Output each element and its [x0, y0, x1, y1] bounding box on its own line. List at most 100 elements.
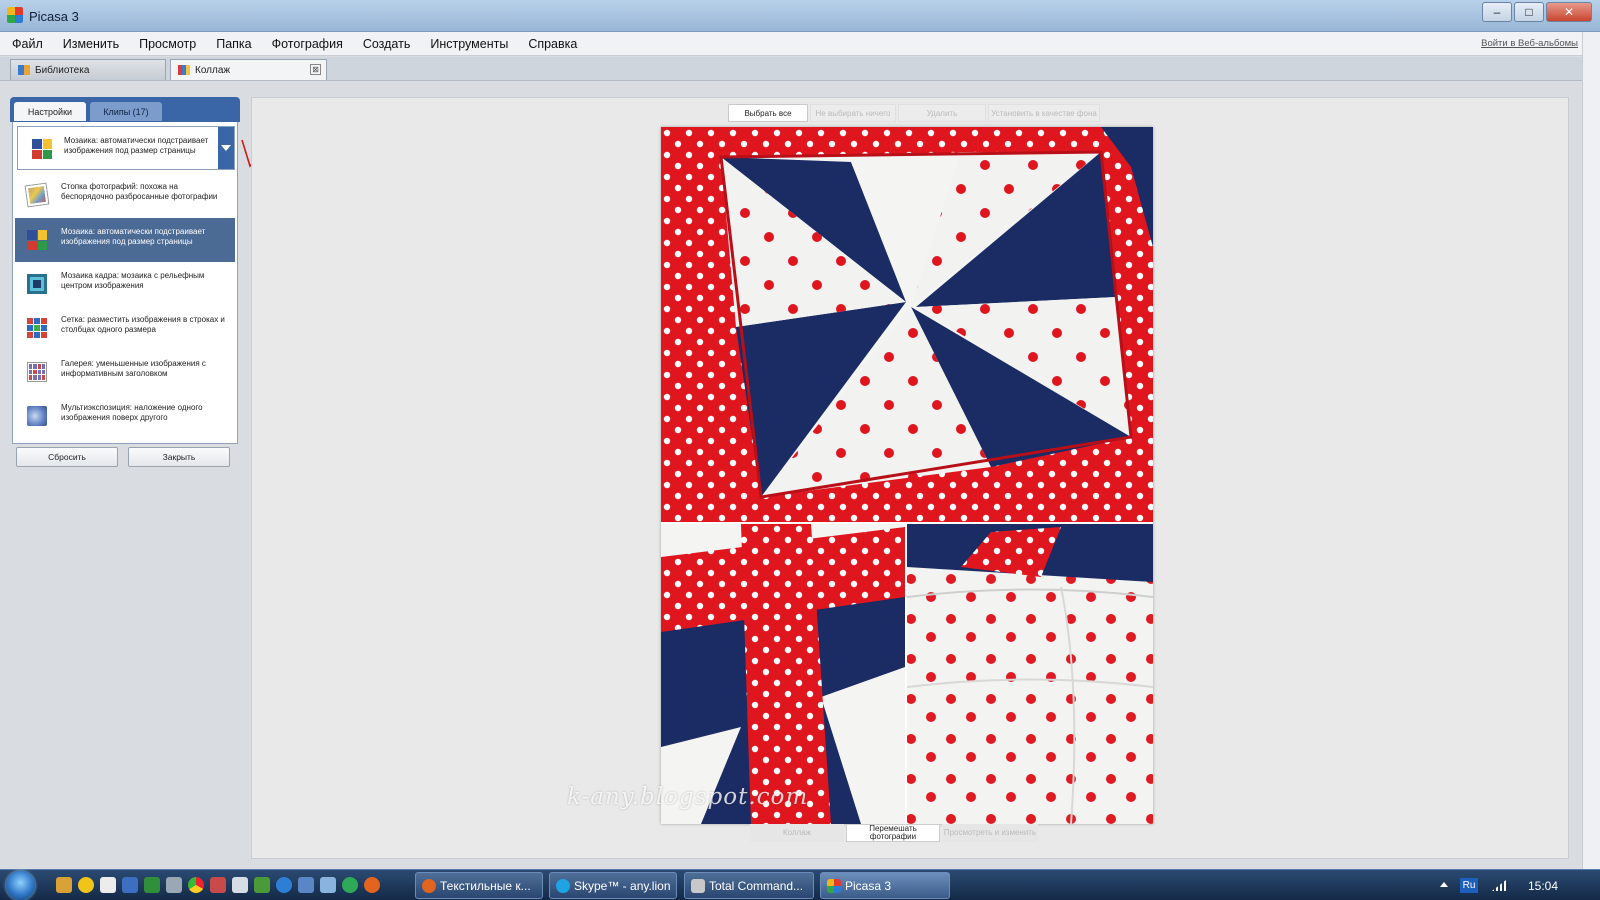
menu-edit[interactable]: Изменить: [59, 35, 123, 53]
task-label: Текстильные к...: [440, 878, 531, 893]
view-tab-bar: Библиотека Коллаж ⊠: [0, 57, 1600, 81]
tab-library-label: Библиотека: [35, 64, 90, 76]
menu-bar: Файл Изменить Просмотр Папка Фотография …: [0, 32, 1600, 56]
quick-launch-icon[interactable]: [254, 877, 270, 893]
mosaic-icon: [27, 230, 47, 250]
menu-file[interactable]: Файл: [8, 35, 47, 53]
tab-collage[interactable]: Коллаж ⊠: [170, 59, 327, 80]
delete-button[interactable]: Удалить: [898, 104, 986, 122]
close-tab-icon[interactable]: ⊠: [310, 64, 321, 75]
window-title: Picasa 3: [29, 9, 79, 24]
option-frame-mosaic[interactable]: Мозаика кадра: мозаика с рельефным центр…: [15, 262, 235, 306]
menu-picture[interactable]: Фотография: [268, 35, 347, 53]
collage-preview[interactable]: [661, 127, 1153, 824]
quick-launch-icon[interactable]: [144, 877, 160, 893]
language-indicator[interactable]: Ru: [1460, 878, 1478, 893]
chevron-down-icon[interactable]: [218, 127, 234, 169]
watermark-text: k-any.blogspot.com: [567, 784, 809, 810]
picasa-icon: [827, 879, 841, 893]
ie-icon[interactable]: [276, 877, 292, 893]
option-label: Мозаика: автоматически подстраивает изоб…: [61, 227, 206, 246]
quick-launch-icon[interactable]: [232, 877, 248, 893]
collage-button[interactable]: Коллаж: [750, 824, 844, 842]
option-gallery[interactable]: Галерея: уменьшенные изображения с инфор…: [15, 350, 235, 394]
grid-icon: [27, 318, 47, 338]
collage-image: [661, 127, 1153, 824]
photo-stack-icon: [25, 183, 49, 207]
preview-edit-button[interactable]: Просмотреть и изменить: [942, 824, 1038, 842]
option-mosaic[interactable]: Мозаика: автоматически подстраивает изоб…: [15, 218, 235, 262]
reset-button[interactable]: Сбросить: [16, 447, 118, 467]
option-label: Мультиэкспозиция: наложение одного изобр…: [61, 403, 203, 422]
quick-launch-icon[interactable]: [100, 877, 116, 893]
quick-launch-icon[interactable]: [166, 877, 182, 893]
menu-view[interactable]: Просмотр: [135, 35, 200, 53]
firefox-icon[interactable]: [364, 877, 380, 893]
collage-icon: [178, 65, 190, 75]
web-albums-link[interactable]: Войти в Веб-альбомы: [1481, 38, 1578, 49]
tab-collage-label: Коллаж: [195, 64, 231, 76]
collage-type-list: Мозаика: автоматически подстраивает изоб…: [12, 122, 238, 444]
multi-exposure-icon: [27, 406, 47, 426]
close-panel-button[interactable]: Закрыть: [128, 447, 230, 467]
mosaic-icon: [32, 139, 52, 159]
skype-icon: [556, 879, 570, 893]
select-none-button[interactable]: Не выбирать ничего: [810, 104, 896, 122]
tab-settings[interactable]: Настройки: [14, 102, 86, 121]
menu-create[interactable]: Создать: [359, 35, 415, 53]
quick-launch-icon[interactable]: [342, 877, 358, 893]
task-total-commander[interactable]: Total Command...: [684, 872, 814, 899]
network-signal-icon[interactable]: [1492, 880, 1506, 891]
menu-folder[interactable]: Папка: [212, 35, 255, 53]
maximize-button[interactable]: □: [1514, 2, 1544, 22]
task-label: Total Command...: [709, 878, 804, 893]
clock[interactable]: 15:04: [1528, 879, 1558, 893]
collage-settings-panel: Настройки Клипы (17) Мозаика: автоматиче…: [10, 97, 240, 847]
shuffle-photos-button[interactable]: Перемешать фотографии: [846, 824, 940, 842]
option-multi-exposure[interactable]: Мультиэкспозиция: наложение одного изобр…: [15, 394, 235, 438]
minimize-button[interactable]: –: [1482, 2, 1512, 22]
system-tray: Ru 15:04: [1430, 870, 1600, 900]
option-photo-pile[interactable]: Стопка фотографий: похожа на беспорядочн…: [15, 173, 235, 217]
set-background-button[interactable]: Установить в качестве фона: [988, 104, 1100, 122]
menu-help[interactable]: Справка: [524, 35, 581, 53]
option-grid[interactable]: Сетка: разместить изображения в строках …: [15, 306, 235, 350]
picasa-app-icon: [7, 7, 23, 23]
panel-tabs: Настройки Клипы (17): [10, 97, 240, 122]
windows-taskbar: Текстильные к... Skype™ - any.lion Total…: [0, 869, 1600, 900]
task-label: Skype™ - any.lion: [574, 878, 671, 893]
select-all-button[interactable]: Выбрать все: [728, 104, 808, 122]
firefox-icon: [422, 879, 436, 893]
option-label: Сетка: разместить изображения в строках …: [61, 315, 225, 334]
quick-launch-icon[interactable]: [210, 877, 226, 893]
start-button[interactable]: [6, 871, 35, 900]
frame-mosaic-icon: [27, 274, 47, 294]
quick-launch-icon[interactable]: [320, 877, 336, 893]
option-label: Мозаика кадра: мозаика с рельефным центр…: [61, 271, 205, 290]
quick-launch-icon[interactable]: [56, 877, 72, 893]
library-icon: [18, 65, 30, 75]
window-controls: – □ ✕: [1480, 2, 1592, 22]
tab-library[interactable]: Библиотека: [10, 59, 166, 80]
quick-launch-icon[interactable]: [78, 877, 94, 893]
gallery-icon: [27, 362, 47, 382]
selected-collage-type: Мозаика: автоматически подстраивает изоб…: [64, 136, 209, 155]
option-label: Галерея: уменьшенные изображения с инфор…: [61, 359, 206, 378]
option-label: Стопка фотографий: похожа на беспорядочн…: [61, 182, 218, 201]
quick-launch: [56, 877, 386, 893]
tab-clips[interactable]: Клипы (17): [90, 102, 162, 121]
task-firefox[interactable]: Текстильные к...: [415, 872, 543, 899]
title-bar: Picasa 3 – □ ✕: [0, 0, 1600, 32]
quick-launch-icon[interactable]: [188, 877, 204, 893]
menu-tools[interactable]: Инструменты: [426, 35, 512, 53]
collage-canvas-area: Выбрать все Не выбирать ничего Удалить У…: [251, 97, 1569, 859]
collage-type-dropdown[interactable]: Мозаика: автоматически подстраивает изоб…: [17, 126, 235, 170]
close-window-button[interactable]: ✕: [1546, 2, 1592, 22]
quick-launch-icon[interactable]: [298, 877, 314, 893]
quick-launch-icon[interactable]: [122, 877, 138, 893]
right-edge-strip: [1582, 32, 1600, 869]
task-skype[interactable]: Skype™ - any.lion: [549, 872, 677, 899]
show-hidden-icons-icon[interactable]: [1440, 882, 1448, 887]
total-commander-icon: [691, 879, 705, 893]
task-picasa[interactable]: Picasa 3: [820, 872, 950, 899]
